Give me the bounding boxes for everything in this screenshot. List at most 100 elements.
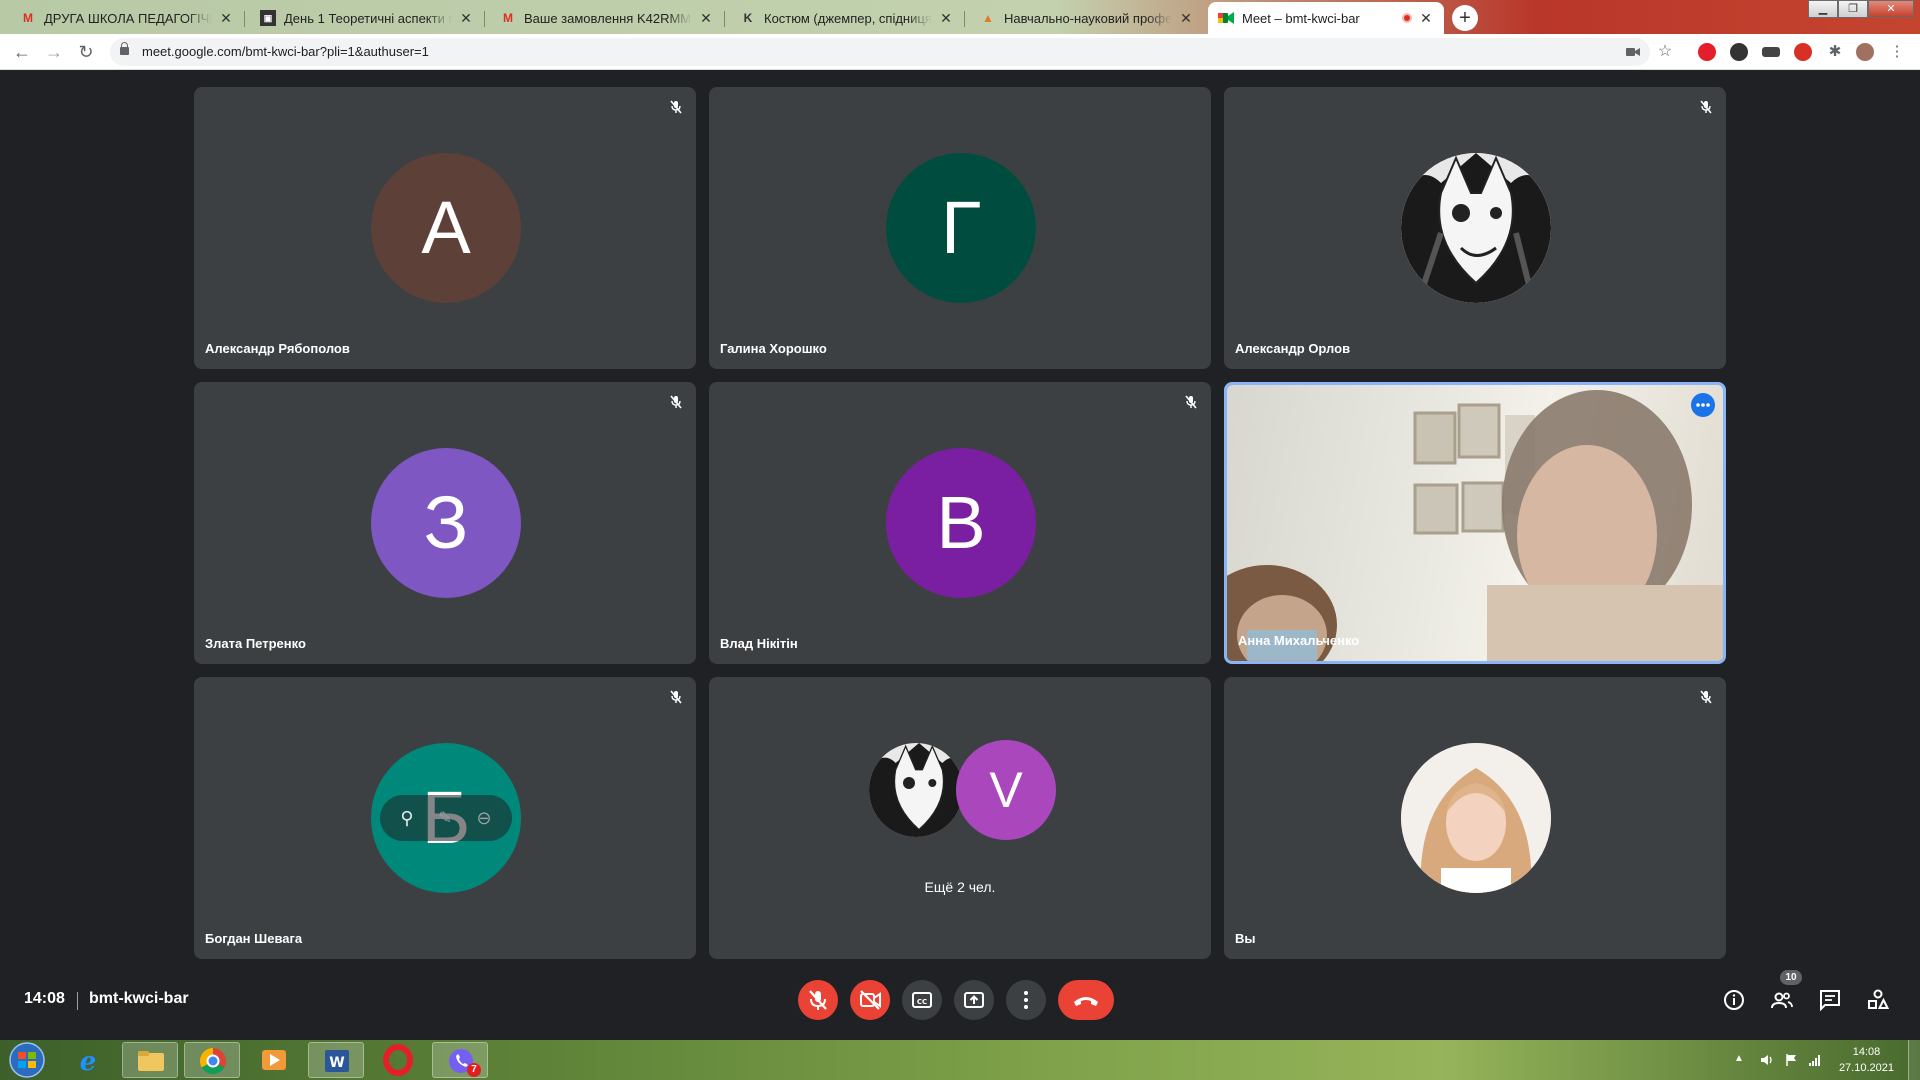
info-icon[interactable] (1722, 988, 1746, 1012)
media-player-icon (262, 1050, 286, 1070)
extension-icon[interactable] (1730, 43, 1748, 61)
close-tab-icon[interactable]: ✕ (698, 10, 714, 27)
close-tab-icon[interactable]: ✕ (1178, 10, 1194, 27)
phone-hangup-icon (1074, 997, 1098, 1006)
taskbar-opera[interactable] (370, 1042, 426, 1078)
people-icon[interactable] (1770, 988, 1794, 1012)
activities-icon[interactable] (1866, 988, 1890, 1012)
menu-dots-icon[interactable]: ⋮ (1888, 43, 1906, 61)
maximize-button[interactable]: ❐ (1838, 0, 1868, 18)
others-count-label: Ещё 2 чел. (924, 879, 996, 895)
participant-tile[interactable]: В Влад Нікітін (709, 382, 1211, 664)
reload-icon[interactable]: ↻ (74, 40, 98, 64)
opera-extension-icon[interactable] (1698, 43, 1716, 61)
mic-off-icon (1185, 395, 1197, 409)
puzzle-icon[interactable]: ✱ (1826, 43, 1844, 61)
taskbar-viber[interactable]: 7 (432, 1042, 488, 1078)
gmail-icon: M (23, 11, 33, 25)
viber-icon (449, 1049, 473, 1073)
classroom-icon: ▣ (260, 10, 276, 26)
chat-icon[interactable] (1818, 988, 1842, 1012)
camera-icon[interactable] (1624, 43, 1642, 61)
close-tab-icon[interactable]: ✕ (1418, 10, 1434, 27)
profile-avatar[interactable] (1856, 43, 1874, 61)
camera-off-icon (860, 990, 881, 1010)
lock-icon (120, 42, 129, 55)
divider (77, 992, 78, 1010)
taskbar-chrome[interactable] (184, 1042, 240, 1078)
browser-tab[interactable]: ▣ День 1 Теоретичні аспекти підвищення ✕ (250, 2, 485, 34)
vertical-dots-icon (1024, 991, 1028, 1009)
glasses-extension-icon[interactable] (1762, 47, 1780, 57)
more-options-icon[interactable] (1691, 393, 1715, 417)
participant-tile[interactable]: Г Галина Хорошко (709, 87, 1211, 369)
address-bar[interactable]: meet.google.com/bmt-kwci-bar?pli=1&authu… (110, 38, 1650, 66)
taskbar-media-player[interactable] (246, 1042, 302, 1078)
show-hidden-icons-icon[interactable]: ▲ (1734, 1053, 1748, 1067)
forward-arrow-icon[interactable]: → (42, 40, 66, 64)
self-tile[interactable]: Вы (1224, 677, 1726, 959)
k-icon: K (743, 11, 753, 25)
show-desktop-button[interactable] (1908, 1040, 1920, 1080)
tile-hover-controls: ⚲ ✎ ⊖ (380, 795, 512, 841)
taskbar-word[interactable]: W (308, 1042, 364, 1078)
action-center-flag-icon[interactable] (1784, 1053, 1798, 1067)
close-tab-icon[interactable]: ✕ (938, 10, 954, 27)
present-screen-button[interactable] (954, 980, 994, 1020)
avatar: З (371, 448, 521, 598)
pin-icon[interactable]: ⚲ (400, 808, 413, 829)
participant-tile[interactable]: З Злата Петренко (194, 382, 696, 664)
participant-tile[interactable]: Б ⚲ ✎ ⊖ Богдан Шевага (194, 677, 696, 959)
browser-tab[interactable]: M Ваше замовлення K42RMMM ✕ (490, 2, 725, 34)
network-signal-icon[interactable] (1808, 1053, 1822, 1067)
participant-tile[interactable]: Александр Орлов (1224, 87, 1726, 369)
participant-name: Александр Орлов (1235, 341, 1351, 356)
camera-toggle-button[interactable] (850, 980, 890, 1020)
close-window-button[interactable]: ✕ (1868, 0, 1914, 18)
browser-tab[interactable]: K Костюм (джемпер, спідниця) Ва ✕ (730, 2, 965, 34)
mic-off-icon (1700, 690, 1712, 704)
moodle-icon: ▲ (982, 11, 994, 25)
notification-extension-icon[interactable] (1794, 43, 1812, 61)
svg-text:W: W (329, 1055, 344, 1071)
bookmark-star-icon[interactable]: ☆ (1656, 43, 1674, 61)
folder-icon (138, 1051, 164, 1071)
microphone-toggle-button[interactable] (798, 980, 838, 1020)
taskbar-explorer[interactable] (122, 1042, 178, 1078)
mic-off-icon (670, 690, 682, 704)
others-tile[interactable]: V Ещё 2 чел. (709, 677, 1211, 959)
participant-video (1227, 385, 1723, 661)
new-tab-button[interactable]: + (1452, 5, 1478, 31)
participant-name: Александр Рябополов (205, 341, 350, 356)
close-tab-icon[interactable]: ✕ (218, 10, 234, 27)
volume-icon[interactable] (1760, 1053, 1774, 1067)
mic-off-icon (1700, 100, 1712, 114)
mute-participant-icon[interactable]: ✎ (438, 808, 451, 828)
more-options-button[interactable] (1006, 980, 1046, 1020)
participant-tile[interactable]: А Александр Рябополов (194, 87, 696, 369)
browser-tab[interactable]: M ДРУГА ШКОЛА ПЕДАГОГІЧНОЇ МАЙСТЕРНОСТІ … (10, 2, 245, 34)
close-tab-icon[interactable]: ✕ (458, 10, 474, 27)
taskbar-internet-explorer[interactable]: e (60, 1042, 116, 1078)
participant-name: Богдан Шевага (205, 931, 303, 946)
opera-icon (383, 1044, 413, 1076)
word-icon: W (325, 1050, 349, 1072)
mic-off-icon (670, 395, 682, 409)
svg-text:CC: CC (917, 998, 927, 1006)
start-button[interactable] (4, 1041, 50, 1079)
browser-tab[interactable]: ▲ Навчально-науковий професійно ✕ (970, 2, 1204, 34)
fox-mask-avatar (1401, 153, 1551, 303)
participant-name: Влад Нікітін (720, 636, 798, 651)
participant-tile-speaking[interactable]: Анна Михальченко (1224, 382, 1726, 664)
recording-icon (1402, 13, 1412, 23)
captions-button[interactable]: CC (902, 980, 942, 1020)
svg-text:e: e (80, 1047, 97, 1077)
taskbar-date: 27.10.2021 (1838, 1062, 1894, 1074)
minimize-button[interactable]: ▁ (1808, 0, 1838, 18)
browser-tab-active[interactable]: Meet – bmt-kwci-bar ✕ (1208, 2, 1444, 34)
participant-name: Анна Михальченко (1238, 633, 1360, 648)
leave-call-button[interactable] (1058, 980, 1114, 1020)
remove-participant-icon[interactable]: ⊖ (477, 808, 492, 829)
taskbar-clock[interactable]: 14:08 27.10.2021 (1839, 1044, 1894, 1076)
back-arrow-icon[interactable]: ← (10, 40, 34, 64)
